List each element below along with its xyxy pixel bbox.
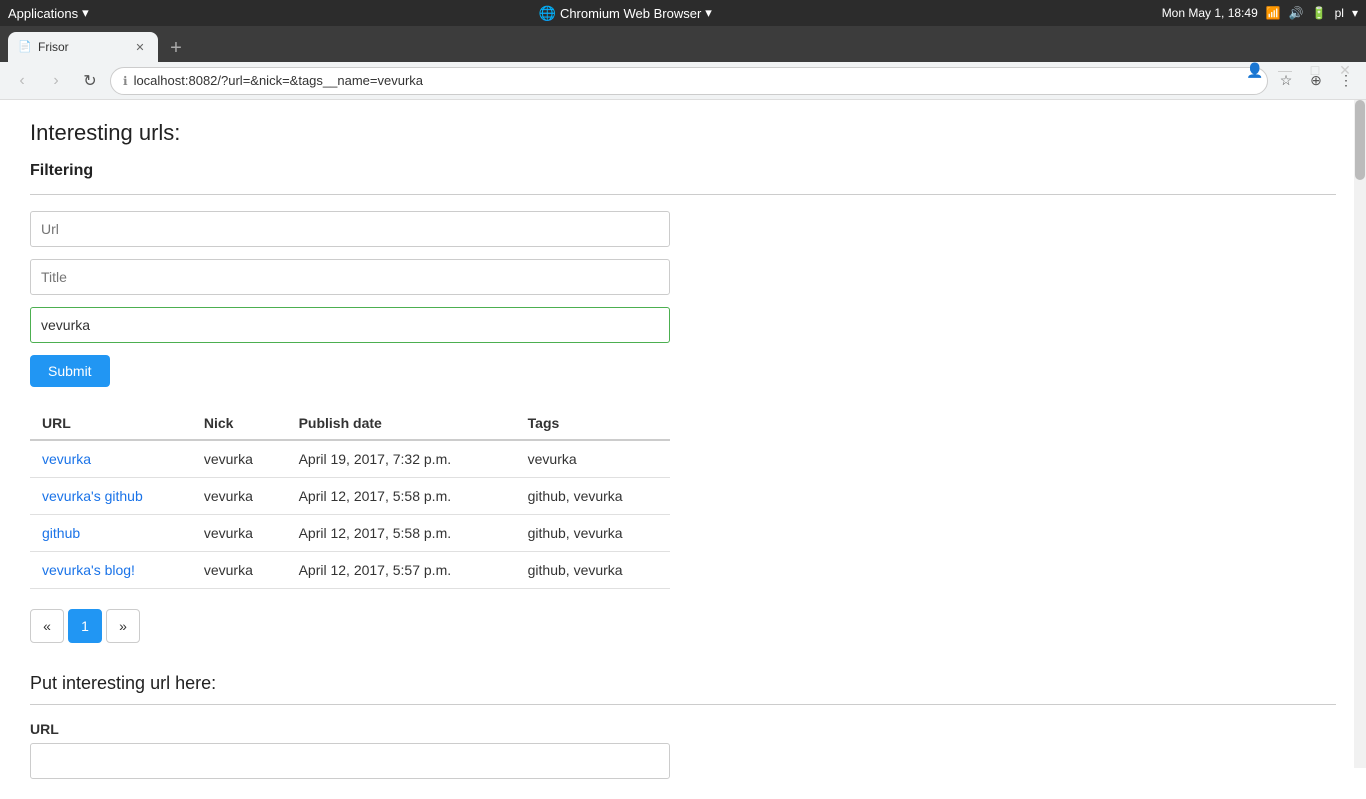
new-tab-button[interactable]: + bbox=[162, 34, 190, 62]
filter-form: Submit bbox=[30, 211, 670, 407]
table-header: URL Nick Publish date Tags bbox=[30, 407, 670, 440]
os-topbar-right: Mon May 1, 18:49 📶 🔊 🔋 pl ▾ bbox=[1162, 6, 1358, 20]
prev-page-button[interactable]: « bbox=[30, 609, 64, 643]
url-link[interactable]: vevurka's github bbox=[42, 488, 143, 504]
browser-win-controls: 👤 — □ ✕ bbox=[1242, 52, 1366, 88]
url-link[interactable]: vevurka bbox=[42, 451, 91, 467]
tab-bar: 📄 Frisor ✕ + bbox=[0, 26, 1366, 62]
locale-dropdown-arrow: ▾ bbox=[1352, 6, 1358, 20]
volume-icon: 🔊 bbox=[1289, 6, 1304, 20]
locale-label: pl bbox=[1335, 6, 1344, 20]
cell-url: vevurka bbox=[30, 440, 192, 478]
browser-chrome: 📄 Frisor ✕ + 👤 — □ ✕ ‹ › ↻ ℹ localhost:8… bbox=[0, 26, 1366, 100]
col-tags: Tags bbox=[516, 407, 670, 440]
cell-url: github bbox=[30, 515, 192, 552]
address-bar: ‹ › ↻ ℹ localhost:8082/?url=&nick=&tags_… bbox=[0, 62, 1366, 100]
forward-button[interactable]: › bbox=[42, 67, 70, 95]
title-filter-input[interactable] bbox=[30, 259, 670, 295]
cell-tags: github, vevurka bbox=[516, 515, 670, 552]
table-row: vevurka's blog! vevurka April 12, 2017, … bbox=[30, 552, 670, 589]
cell-publish-date: April 12, 2017, 5:57 p.m. bbox=[287, 552, 516, 589]
page-content: Interesting urls: Filtering Submit URL N… bbox=[0, 100, 1366, 799]
close-button[interactable]: ✕ bbox=[1332, 59, 1358, 81]
url-link[interactable]: vevurka's blog! bbox=[42, 562, 135, 578]
back-button[interactable]: ‹ bbox=[8, 67, 36, 95]
section-divider bbox=[30, 194, 1336, 195]
maximize-button[interactable]: □ bbox=[1302, 59, 1328, 81]
table-body: vevurka vevurka April 19, 2017, 7:32 p.m… bbox=[30, 440, 670, 589]
next-page-button[interactable]: » bbox=[106, 609, 140, 643]
url-filter-input[interactable] bbox=[30, 211, 670, 247]
cell-publish-date: April 19, 2017, 7:32 p.m. bbox=[287, 440, 516, 478]
table-row: github vevurka April 12, 2017, 5:58 p.m.… bbox=[30, 515, 670, 552]
profile-icon: 👤 bbox=[1242, 59, 1268, 81]
battery-icon: 🔋 bbox=[1312, 6, 1327, 20]
filtering-title: Filtering bbox=[30, 162, 1336, 180]
url-field-label: URL bbox=[30, 721, 1336, 737]
reload-button[interactable]: ↻ bbox=[76, 67, 104, 95]
network-icon: 📶 bbox=[1266, 6, 1281, 20]
tab-bar-wrapper: 📄 Frisor ✕ + 👤 — □ ✕ bbox=[0, 26, 1366, 62]
results-table: URL Nick Publish date Tags vevurka vevur… bbox=[30, 407, 670, 589]
cell-nick: vevurka bbox=[192, 478, 287, 515]
cell-nick: vevurka bbox=[192, 440, 287, 478]
cell-publish-date: April 12, 2017, 5:58 p.m. bbox=[287, 478, 516, 515]
url-text: localhost:8082/?url=&nick=&tags__name=ve… bbox=[134, 73, 1255, 88]
os-topbar-center: 🌐 Chromium Web Browser ▾ bbox=[539, 5, 712, 22]
os-topbar-left: Applications ▾ bbox=[8, 5, 89, 21]
table-header-row: URL Nick Publish date Tags bbox=[30, 407, 670, 440]
cell-tags: github, vevurka bbox=[516, 478, 670, 515]
tags-filter-input[interactable] bbox=[30, 307, 670, 343]
url-link[interactable]: github bbox=[42, 525, 80, 541]
col-nick: Nick bbox=[192, 407, 287, 440]
put-section-divider bbox=[30, 704, 1336, 705]
page-1-button[interactable]: 1 bbox=[68, 609, 102, 643]
submit-button[interactable]: Submit bbox=[30, 355, 110, 387]
col-url: URL bbox=[30, 407, 192, 440]
table-row: vevurka vevurka April 19, 2017, 7:32 p.m… bbox=[30, 440, 670, 478]
browser-label: Chromium Web Browser bbox=[560, 6, 701, 21]
minimize-button[interactable]: — bbox=[1272, 59, 1298, 81]
scrollbar-track[interactable] bbox=[1354, 100, 1366, 768]
cell-url: vevurka's blog! bbox=[30, 552, 192, 589]
cell-url: vevurka's github bbox=[30, 478, 192, 515]
put-url-title: Put interesting url here: bbox=[30, 673, 1336, 694]
applications-dropdown-arrow: ▾ bbox=[82, 5, 89, 21]
cell-nick: vevurka bbox=[192, 515, 287, 552]
tab-favicon: 📄 bbox=[18, 40, 32, 54]
os-topbar: Applications ▾ 🌐 Chromium Web Browser ▾ … bbox=[0, 0, 1366, 26]
page-main-title: Interesting urls: bbox=[30, 120, 1336, 146]
table-row: vevurka's github vevurka April 12, 2017,… bbox=[30, 478, 670, 515]
cell-publish-date: April 12, 2017, 5:58 p.m. bbox=[287, 515, 516, 552]
cell-tags: github, vevurka bbox=[516, 552, 670, 589]
browser-tab[interactable]: 📄 Frisor ✕ bbox=[8, 32, 158, 62]
tab-close-button[interactable]: ✕ bbox=[132, 39, 148, 55]
applications-menu[interactable]: Applications bbox=[8, 6, 78, 21]
col-publish-date: Publish date bbox=[287, 407, 516, 440]
url-lock-icon: ℹ bbox=[123, 74, 128, 88]
put-url-input[interactable] bbox=[30, 743, 670, 779]
browser-icon: 🌐 bbox=[539, 5, 556, 22]
browser-dropdown-arrow: ▾ bbox=[705, 5, 712, 21]
tab-title: Frisor bbox=[38, 40, 126, 54]
cell-tags: vevurka bbox=[516, 440, 670, 478]
pagination: « 1 » bbox=[30, 609, 1336, 643]
datetime-label: Mon May 1, 18:49 bbox=[1162, 6, 1258, 20]
url-bar[interactable]: ℹ localhost:8082/?url=&nick=&tags__name=… bbox=[110, 67, 1268, 95]
scrollbar-thumb[interactable] bbox=[1355, 100, 1365, 180]
cell-nick: vevurka bbox=[192, 552, 287, 589]
